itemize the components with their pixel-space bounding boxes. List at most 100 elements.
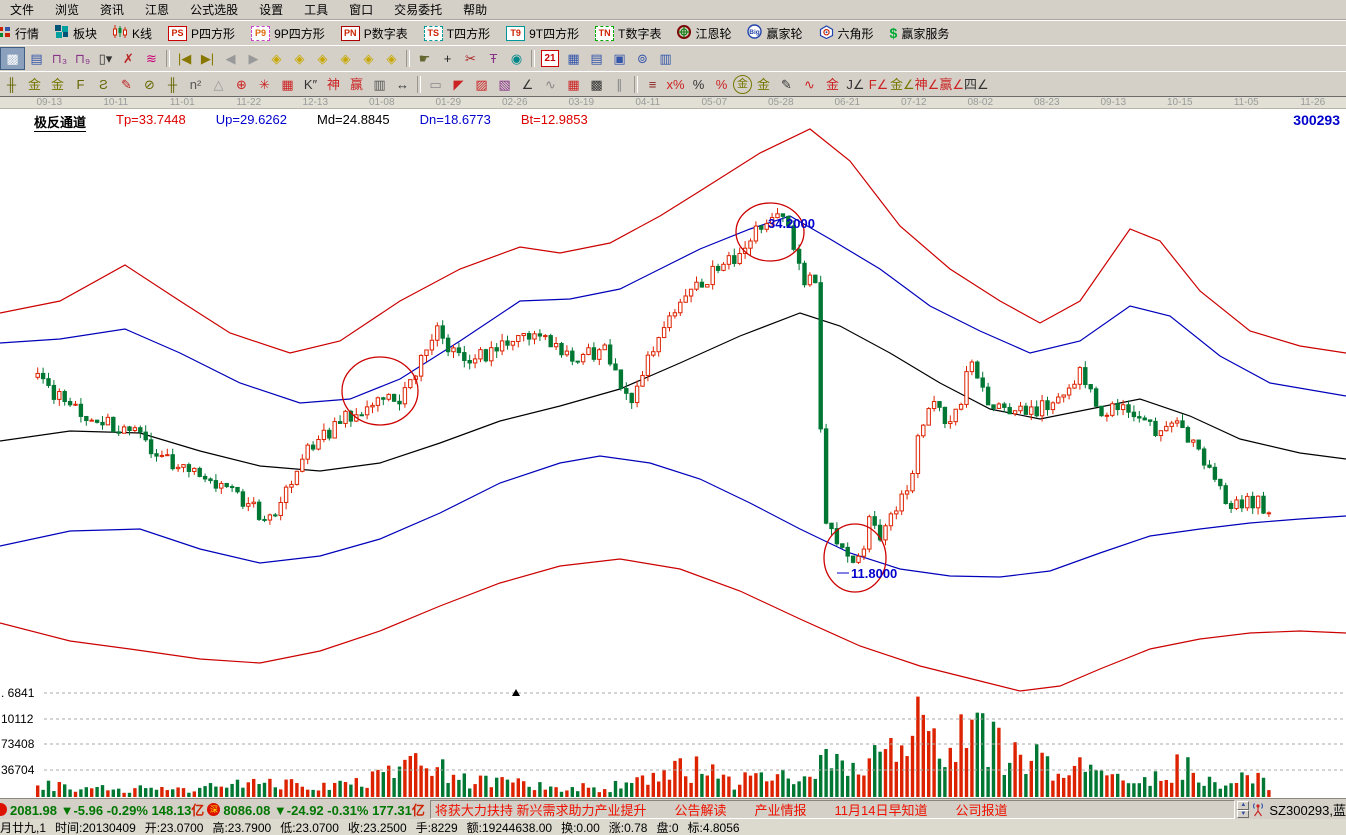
f-angle-icon[interactable]: F∠ [867,74,890,95]
gann-scale-icon[interactable]: ╫ [0,74,23,95]
ticker-link[interactable]: 公告解读 [674,803,726,818]
ticker-link[interactable]: 11月14日早知道 [835,803,928,818]
wave-channel-icon[interactable]: ∿ [798,74,821,95]
market-quotes-button[interactable]: 行情 [0,25,47,42]
win-scale-icon[interactable]: 赢 [345,74,368,95]
spinner-down-button[interactable]: ▼ [1237,810,1249,819]
menu-item[interactable]: 工具 [293,1,339,18]
pattern-erase-icon[interactable]: ✗ [117,48,140,69]
four-angle-icon[interactable]: 四∠ [964,74,989,95]
chart-canvas[interactable]: 极反通道 Tp=33.7448Up=29.6262Md=24.8845Dn=18… [0,108,1346,799]
t-square-button[interactable]: TST四方形 [416,25,498,42]
save-icon[interactable]: ▣ [608,48,631,69]
gann-wheel-button[interactable]: 江恩轮 [669,25,739,42]
fan-lines-icon[interactable]: ◤ [447,74,470,95]
menu-item[interactable]: 江恩 [134,1,180,18]
p-number-table-button[interactable]: PNP数字表 [333,25,416,42]
step-chart-9-icon[interactable]: ⊓₉ [71,48,94,69]
percent-icon[interactable]: % [687,74,710,95]
last-page-icon[interactable]: ▶| [196,48,219,69]
pen-measure-icon[interactable]: ✎ [775,74,798,95]
winner-service-button[interactable]: $赢家服务 [882,25,958,42]
percent-mark-icon[interactable]: x% [664,74,687,95]
spinner-up-button[interactable]: ▲ [1237,801,1249,810]
save-web-icon[interactable]: ⊚ [631,48,654,69]
parallel-lines-icon[interactable]: ∥ [608,74,631,95]
wave-v-icon[interactable]: ∿ [539,74,562,95]
gold-channel-icon[interactable]: 金 [821,74,844,95]
k-string-icon[interactable]: K″ [299,74,322,95]
diamond-all-icon[interactable]: ◈ [380,48,403,69]
step-chart-3-icon[interactable]: ⊓₃ [48,48,71,69]
prev-page-icon[interactable]: ◀ [219,48,242,69]
cut-measure-icon[interactable]: ✂ [459,48,482,69]
gann-shape-icon[interactable]: Ŧ [482,48,505,69]
info-panel-icon[interactable]: ▤ [25,48,48,69]
notes-icon[interactable]: ▤ [585,48,608,69]
menu-item[interactable]: 文件 [0,1,45,18]
next-page-icon[interactable]: ▶ [242,48,265,69]
hexagon-button[interactable]: 六角形 [811,25,882,42]
menu-item[interactable]: 公式选股 [179,1,249,18]
levels-list-icon[interactable]: ≡ [641,74,664,95]
angle-rays-icon[interactable]: ∠ [516,74,539,95]
menu-item[interactable]: 资讯 [89,1,135,18]
diamond-left-icon[interactable]: ◈ [265,48,288,69]
menu-item[interactable]: 设置 [248,1,294,18]
p-square-button[interactable]: PSP四方形 [160,25,243,42]
menu-item[interactable]: 交易委托 [383,1,453,18]
plain-scale-icon[interactable]: ╫ [161,74,184,95]
shen-tool-icon[interactable]: 神 [322,74,345,95]
diamond-leftright-icon[interactable]: ◈ [311,48,334,69]
star-cycle-icon[interactable]: ✳ [253,74,276,95]
gold-scale1-icon[interactable]: 金 [23,74,46,95]
calendar-icon[interactable]: 21 [541,50,559,67]
gold-scale2-icon[interactable]: 金 [46,74,69,95]
menu-item[interactable]: 浏览 [44,1,90,18]
gold-lines-icon[interactable]: 金 [752,74,775,95]
spiral-scale-icon[interactable]: Ƨ [92,74,115,95]
n-square-icon[interactable]: n² [184,74,207,95]
pc-transfer-icon[interactable]: ▥ [654,48,677,69]
circle-target-icon[interactable]: ⊕ [230,74,253,95]
win-angle-icon[interactable]: 赢∠ [939,74,964,95]
diamond-center-icon[interactable]: ◈ [357,48,380,69]
menu-item[interactable]: 帮助 [452,1,498,18]
p9-square-button[interactable]: P99P四方形 [243,25,333,42]
diamond-cross-icon[interactable]: ◈ [334,48,357,69]
gold-angle-icon[interactable]: 金∠ [890,74,915,95]
fib-scale-icon[interactable]: F [69,74,92,95]
overview-icon[interactable]: ▩ [0,47,25,70]
grid-red-icon[interactable]: ▦ [562,74,585,95]
circle-scale-icon[interactable]: ⊘ [138,74,161,95]
cycle-net-icon[interactable]: ◉ [505,48,528,69]
grid-black-icon[interactable]: ▩ [585,74,608,95]
j-angle-icon[interactable]: J∠ [844,74,867,95]
fan-box-icon[interactable]: ▨ [470,74,493,95]
menu-item[interactable]: 窗口 [338,1,384,18]
blocks-button[interactable]: 板块 [47,25,105,42]
pen-scale-icon[interactable]: ✎ [115,74,138,95]
crosshair-icon[interactable]: + [436,48,459,69]
ticker-link[interactable]: 公司报道 [955,803,1007,818]
fan-box2-icon[interactable]: ▧ [493,74,516,95]
candle-style-icon[interactable]: ▯▾ [94,48,117,69]
grid-cycle-icon[interactable]: ▦ [276,74,299,95]
hand-tool-icon[interactable]: ☛ [413,48,436,69]
shen-angle-icon[interactable]: 神∠ [915,74,940,95]
winner-wheel-button[interactable]: Big赢家轮 [739,24,810,42]
diamond-right-icon[interactable]: ◈ [288,48,311,69]
width-measure-icon[interactable]: ↔ [391,74,414,95]
ruler-123-icon[interactable]: ▥ [368,74,391,95]
ticker-link[interactable]: 产业情报 [755,803,807,818]
mirror-triangle-icon[interactable]: △ [207,74,230,95]
calculator-icon[interactable]: ▦ [562,48,585,69]
kline-button[interactable]: K线 [105,25,160,42]
first-page-icon[interactable]: |◀ [173,48,196,69]
gold-circle-icon[interactable]: 金 [733,75,752,94]
percent-lines-icon[interactable]: % [710,74,733,95]
color-histogram-icon[interactable]: ≋ [140,48,163,69]
box-select-icon[interactable]: ▭ [424,74,447,95]
t9-square-button[interactable]: T99T四方形 [498,25,587,42]
t-number-table-button[interactable]: TNT数字表 [587,25,669,42]
